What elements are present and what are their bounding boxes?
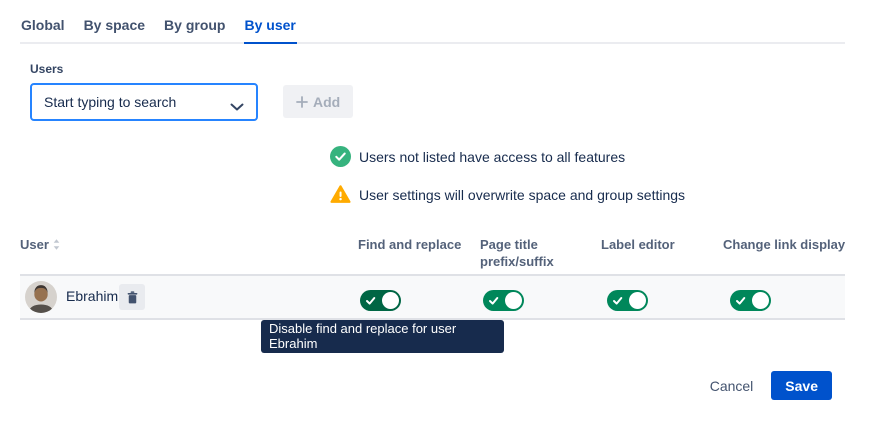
chevron-down-icon	[230, 98, 244, 106]
toggle-knob	[752, 292, 769, 309]
tab-global[interactable]: Global	[20, 10, 66, 44]
toggle-check-icon	[611, 294, 624, 307]
toggle-change-link-display[interactable]	[730, 290, 771, 311]
column-header-user-label: User	[20, 236, 49, 253]
warning-message: User settings will overwrite space and g…	[330, 184, 685, 205]
tooltip-line2: Ebrahim	[269, 336, 496, 351]
column-header-label-editor: Label editor	[601, 236, 675, 253]
user-search-select[interactable]: Start typing to search	[30, 83, 258, 121]
toggle-knob	[629, 292, 646, 309]
success-message-text: Users not listed have access to all feat…	[359, 149, 625, 165]
toggle-page-title-prefix-suffix[interactable]	[483, 290, 524, 311]
toggle-check-icon	[734, 294, 747, 307]
user-search-placeholder: Start typing to search	[44, 94, 230, 110]
users-field-label: Users	[30, 62, 63, 76]
settings-tabs: Global By space By group By user	[20, 10, 845, 44]
sort-icon	[53, 239, 60, 250]
toggle-knob	[382, 292, 399, 309]
add-user-button-label: Add	[313, 94, 340, 110]
toggle-check-icon	[364, 294, 377, 307]
warning-message-text: User settings will overwrite space and g…	[359, 187, 685, 203]
feature-settings-page: Global By space By group By user Users S…	[0, 0, 873, 428]
tab-by-user[interactable]: By user	[244, 10, 297, 44]
delete-user-button[interactable]	[119, 284, 145, 310]
avatar	[25, 281, 57, 313]
footer-actions: Cancel Save	[706, 371, 832, 400]
add-user-button[interactable]: Add	[283, 85, 353, 118]
user-name: Ebrahim	[66, 288, 118, 304]
success-message: Users not listed have access to all feat…	[330, 146, 625, 167]
plus-icon	[296, 96, 308, 108]
toggle-check-icon	[487, 294, 500, 307]
trash-icon	[125, 290, 140, 305]
toggle-find-and-replace[interactable]	[360, 290, 401, 311]
toggle-knob	[505, 292, 522, 309]
column-header-user[interactable]: User	[20, 236, 60, 253]
tooltip: Disable find and replace for user Ebrahi…	[261, 320, 504, 353]
table-row: Ebrahim	[20, 274, 845, 320]
column-header-page-title-prefix-suffix: Page title prefix/suffix	[480, 236, 560, 270]
toggle-label-editor[interactable]	[607, 290, 648, 311]
column-header-find-and-replace: Find and replace	[358, 236, 468, 253]
tooltip-line1: Disable find and replace for user	[269, 321, 496, 336]
column-header-change-link-display: Change link display	[723, 236, 845, 253]
tab-by-space[interactable]: By space	[83, 10, 146, 44]
tab-by-group[interactable]: By group	[163, 10, 226, 44]
cancel-button[interactable]: Cancel	[706, 372, 758, 400]
save-button[interactable]: Save	[771, 371, 832, 400]
warning-triangle-icon	[330, 184, 351, 205]
check-circle-icon	[330, 146, 351, 167]
